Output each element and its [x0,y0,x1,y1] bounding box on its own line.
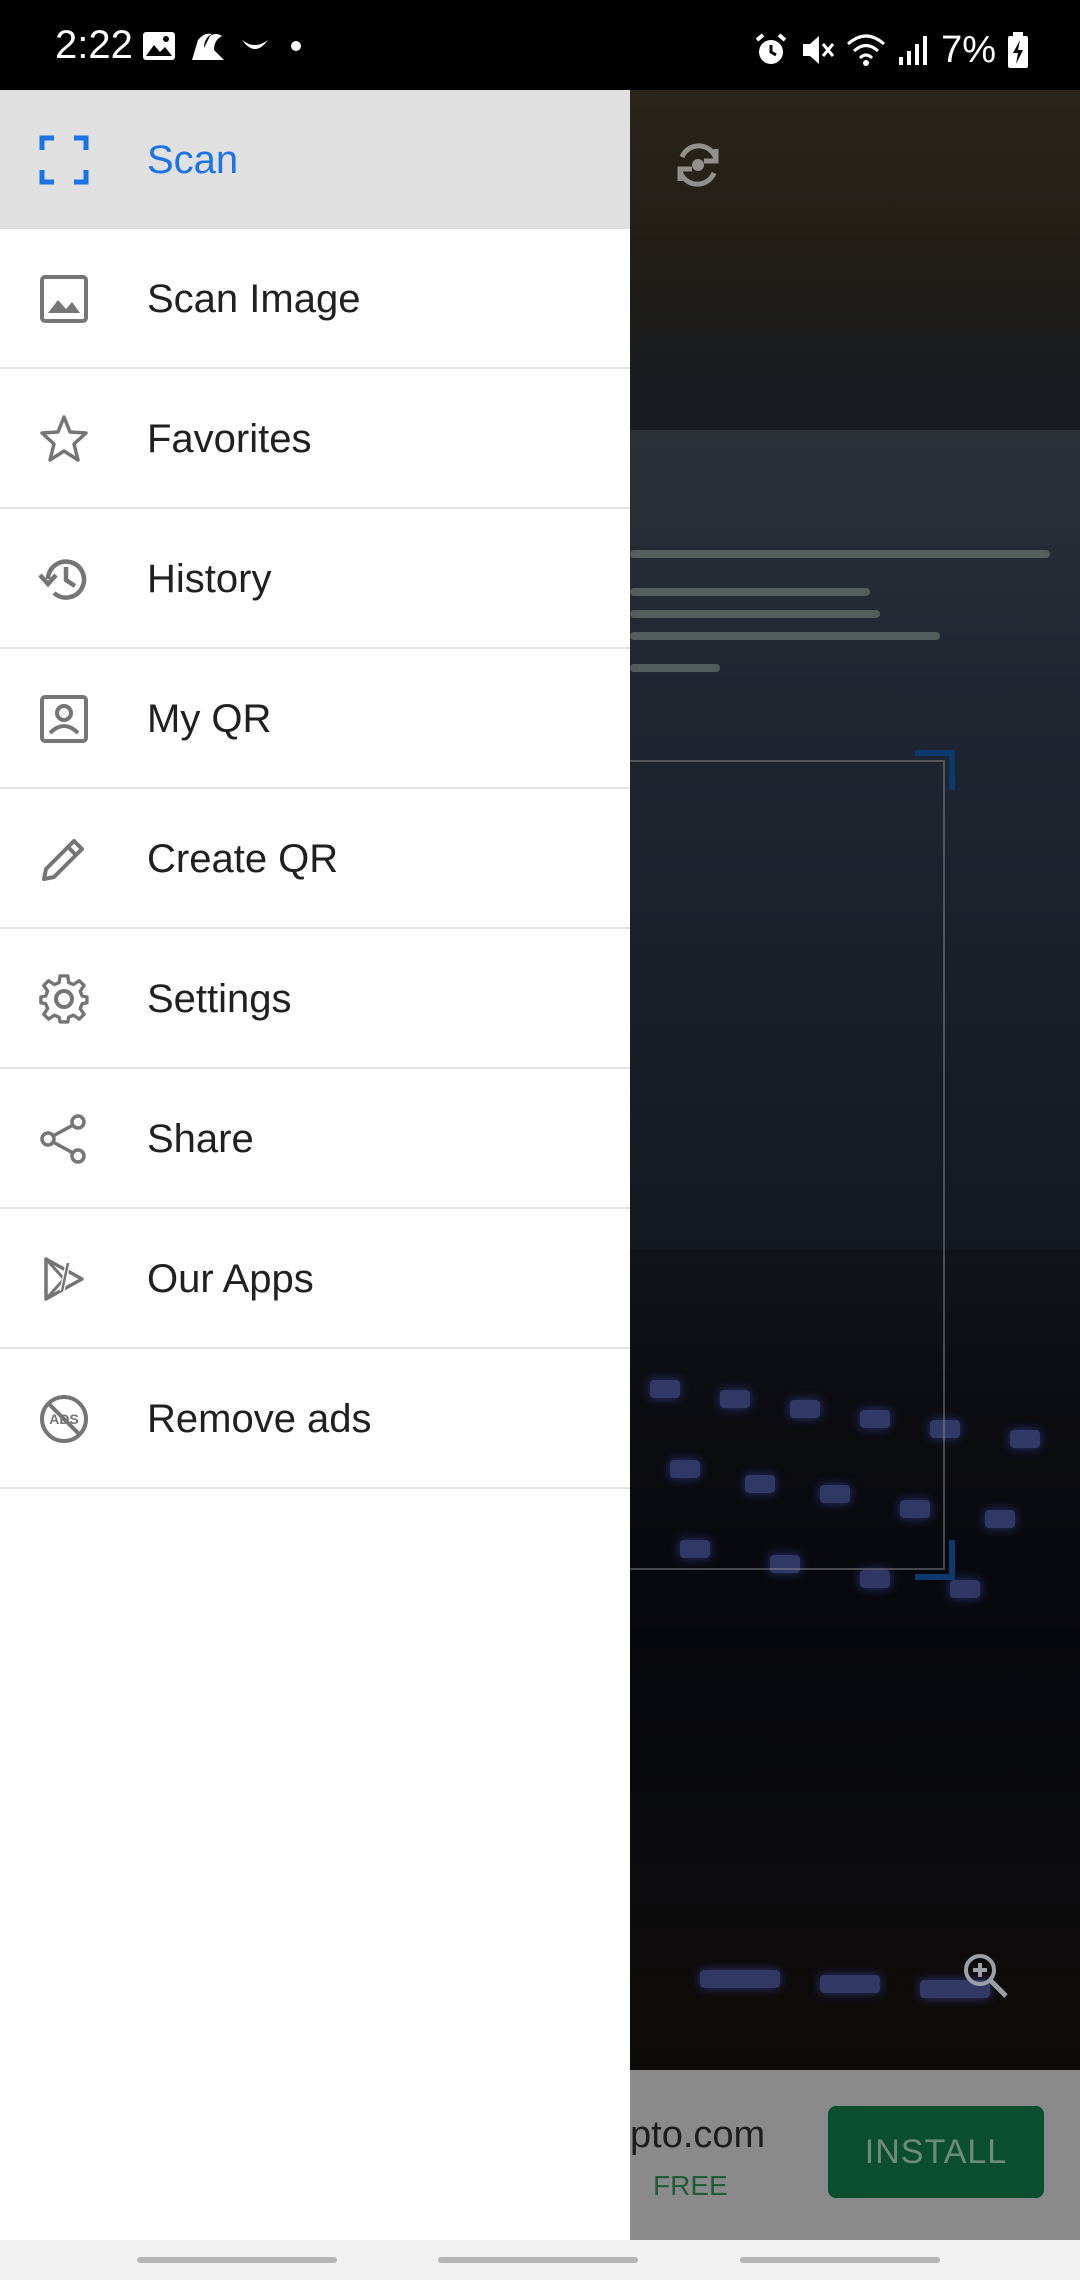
drawer-item-label: Remove ads [147,1397,372,1441]
drawer-item-remove-ads[interactable]: ADS Remove ads [0,1349,630,1489]
drawer-item-scan[interactable]: Scan [0,90,630,229]
drawer-item-label: Settings [147,977,292,1021]
ad-domain: pto.com [630,2114,766,2156]
zoom-in-icon[interactable] [960,1950,1010,2000]
nav-back-button[interactable] [740,2257,940,2263]
battery-charging-icon [1008,32,1028,68]
night-mode-icon [242,40,268,49]
drawer-item-our-apps[interactable]: Our Apps [0,1209,630,1349]
drawer-item-settings[interactable]: Settings [0,929,630,1069]
navigation-bar [0,2240,1080,2280]
ad-price: FREE [653,2170,728,2201]
signal-icon [899,36,928,65]
svg-text:ADS: ADS [49,1411,79,1427]
contact-card-icon [40,695,88,743]
dot-icon [291,41,301,51]
drawer-item-label: Scan Image [147,277,361,321]
status-bar: 2:22 7% [0,0,1080,90]
drawer-item-label: Create QR [147,837,339,881]
app-notification-icon [192,33,224,60]
camera-switch-icon[interactable] [668,135,728,195]
drawer-item-my-qr[interactable]: My QR [0,649,630,789]
drawer-item-create-qr[interactable]: Create QR [0,789,630,929]
drawer-item-label: Share [147,1117,254,1161]
share-icon [40,1114,86,1164]
drawer-item-label: My QR [147,697,272,741]
drawer-item-label: Scan [147,138,239,182]
drawer-item-scan-image[interactable]: Scan Image [0,229,630,369]
status-time: 2:22 [55,23,133,67]
history-icon [38,559,87,600]
drawer-item-label: Favorites [147,417,312,461]
nav-recents-button[interactable] [137,2257,337,2263]
alarm-icon [755,33,787,64]
drawer-item-share[interactable]: Share [0,1069,630,1209]
install-button[interactable]: INSTALL [828,2106,1044,2198]
scan-frame-icon [39,135,89,185]
mute-icon [803,36,835,64]
drawer-item-history[interactable]: History [0,509,630,649]
star-icon [40,415,88,462]
wifi-icon [847,34,886,66]
navigation-drawer: Scan Scan Image Favorites History My QR [0,90,630,2240]
drawer-item-label: History [147,557,272,601]
apps-play-icon [44,1257,84,1301]
drawer-item-favorites[interactable]: Favorites [0,369,630,509]
no-ads-icon: ADS [40,1395,88,1443]
battery-percentage: 7% [941,29,996,71]
pencil-icon [42,839,84,881]
nav-home-button[interactable] [438,2257,638,2263]
drawer-item-label: Our Apps [147,1257,314,1301]
image-icon [40,275,88,323]
image-notification-icon [143,32,175,60]
gear-icon [39,974,89,1024]
